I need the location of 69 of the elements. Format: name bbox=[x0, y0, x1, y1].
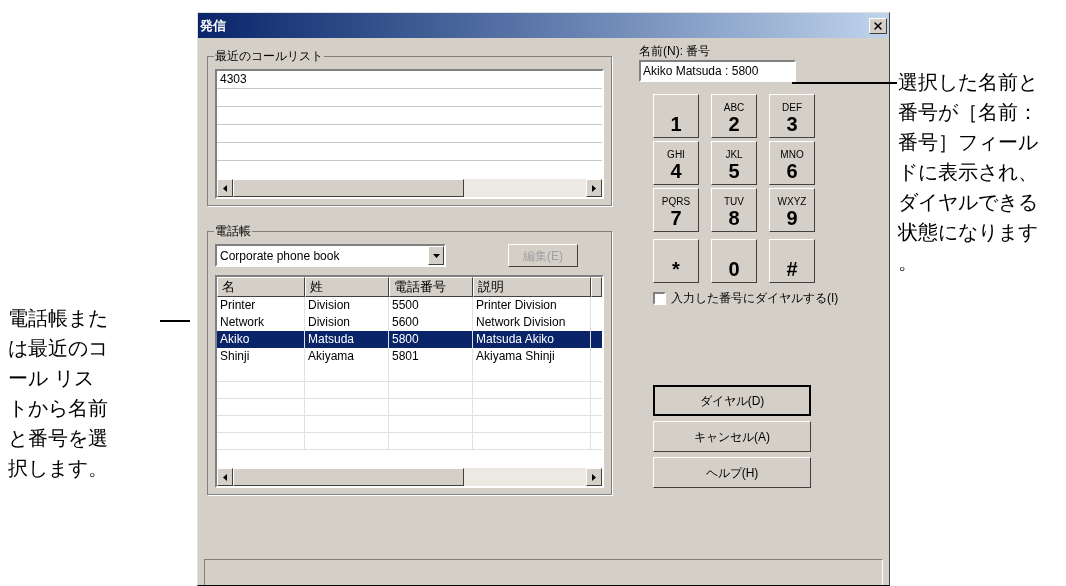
table-row[interactable]: Printer Division 5500 Printer Division bbox=[217, 297, 602, 314]
window-title: 発信 bbox=[200, 16, 226, 35]
keypad-button[interactable]: TUV 8 bbox=[711, 188, 757, 232]
scroll-thumb[interactable] bbox=[233, 468, 464, 486]
scroll-right-button[interactable] bbox=[586, 468, 602, 486]
checkbox[interactable] bbox=[653, 291, 666, 305]
table-cell: Akiko bbox=[220, 332, 250, 346]
recent-call-item[interactable]: 4303 bbox=[220, 72, 247, 86]
table-cell: Printer bbox=[220, 298, 256, 312]
keypad-button[interactable]: # bbox=[769, 239, 815, 283]
table-cell: 5500 bbox=[392, 298, 419, 312]
table-row[interactable]: Akiko Matsuda 5800 Matsuda Akiko bbox=[217, 331, 602, 348]
keypad-button[interactable]: 0 bbox=[711, 239, 757, 283]
table-cell: Akiyama Shinji bbox=[476, 349, 555, 363]
left-arrow-icon bbox=[223, 184, 227, 192]
group-title: 電話帳 bbox=[214, 223, 252, 239]
close-icon bbox=[872, 19, 884, 32]
column-header[interactable]: 電話番号 bbox=[389, 277, 473, 297]
callout-text: 電話帳または最近のコール リストから名前と番号を選択します。 bbox=[8, 305, 109, 482]
recent-call-list[interactable]: 4303 bbox=[215, 69, 604, 199]
right-arrow-icon bbox=[592, 184, 596, 192]
column-header[interactable]: 説明 bbox=[473, 277, 591, 297]
table-cell: Network Division bbox=[476, 315, 566, 329]
horizontal-scrollbar[interactable] bbox=[217, 468, 602, 486]
table-row[interactable]: Shinji Akiyama 5801 Akiyama Shinji bbox=[217, 348, 602, 365]
keypad-button[interactable]: WXYZ 9 bbox=[769, 188, 815, 232]
left-arrow-icon bbox=[223, 473, 227, 481]
keypad-button[interactable]: GHI 4 bbox=[653, 141, 699, 185]
table-cell: Akiyama bbox=[308, 349, 354, 363]
right-arrow-icon bbox=[592, 473, 596, 481]
leader-line bbox=[160, 320, 190, 322]
table-cell: 5800 bbox=[392, 332, 419, 346]
dialog-button[interactable]: キャンセル(A) bbox=[653, 421, 811, 452]
table-cell: Network bbox=[220, 315, 264, 329]
dropdown-button[interactable] bbox=[428, 246, 444, 265]
table-cell: Printer Division bbox=[476, 298, 557, 312]
scroll-left-button[interactable] bbox=[217, 468, 233, 486]
keypad-button[interactable]: * bbox=[653, 239, 699, 283]
table-cell: 5801 bbox=[392, 349, 419, 363]
table-cell: 5600 bbox=[392, 315, 419, 329]
dropdown-value: Corporate phone book bbox=[219, 247, 341, 265]
keypad-button[interactable]: 1 bbox=[653, 94, 699, 138]
column-header[interactable] bbox=[591, 277, 602, 297]
dialog-button[interactable]: ダイヤル(D) bbox=[653, 385, 811, 416]
horizontal-scrollbar[interactable] bbox=[217, 179, 602, 197]
keypad-button[interactable]: ABC 2 bbox=[711, 94, 757, 138]
table-cell: Shinji bbox=[220, 349, 250, 363]
dropdown-arrow-icon bbox=[432, 253, 440, 258]
table-cell: Division bbox=[308, 298, 350, 312]
keypad-button[interactable]: DEF 3 bbox=[769, 94, 815, 138]
callout-text: 選択した名前と番号が［名前：番号］フィールドに表示され、ダイヤルできる状態になります。 bbox=[898, 69, 1039, 276]
scroll-left-button[interactable] bbox=[217, 179, 233, 197]
table-cell: Matsuda bbox=[308, 332, 355, 346]
table-cell: Matsuda Akiko bbox=[476, 332, 555, 346]
field-label: 名前(N): 番号 bbox=[639, 43, 712, 60]
column-header[interactable]: 姓 bbox=[305, 277, 389, 297]
scroll-right-button[interactable] bbox=[586, 179, 602, 197]
name-number-field[interactable]: Akiko Matsuda : 5800 bbox=[639, 60, 796, 82]
group-title: 最近のコールリスト bbox=[214, 48, 324, 64]
table-cell: Division bbox=[308, 315, 350, 329]
dial-typed-checkbox[interactable]: 入力した番号にダイヤルする(I) bbox=[653, 289, 889, 307]
keypad-button[interactable]: MNO 6 bbox=[769, 141, 815, 185]
keypad-button[interactable]: PQRS 7 bbox=[653, 188, 699, 232]
scroll-thumb[interactable] bbox=[233, 179, 464, 197]
column-header[interactable]: 名 bbox=[217, 277, 305, 297]
keypad-button[interactable]: JKL 5 bbox=[711, 141, 757, 185]
close-button[interactable] bbox=[869, 17, 887, 34]
dialog-button[interactable]: ヘルプ(H) bbox=[653, 457, 811, 488]
phone-book-dropdown[interactable]: Corporate phone book bbox=[215, 244, 446, 267]
